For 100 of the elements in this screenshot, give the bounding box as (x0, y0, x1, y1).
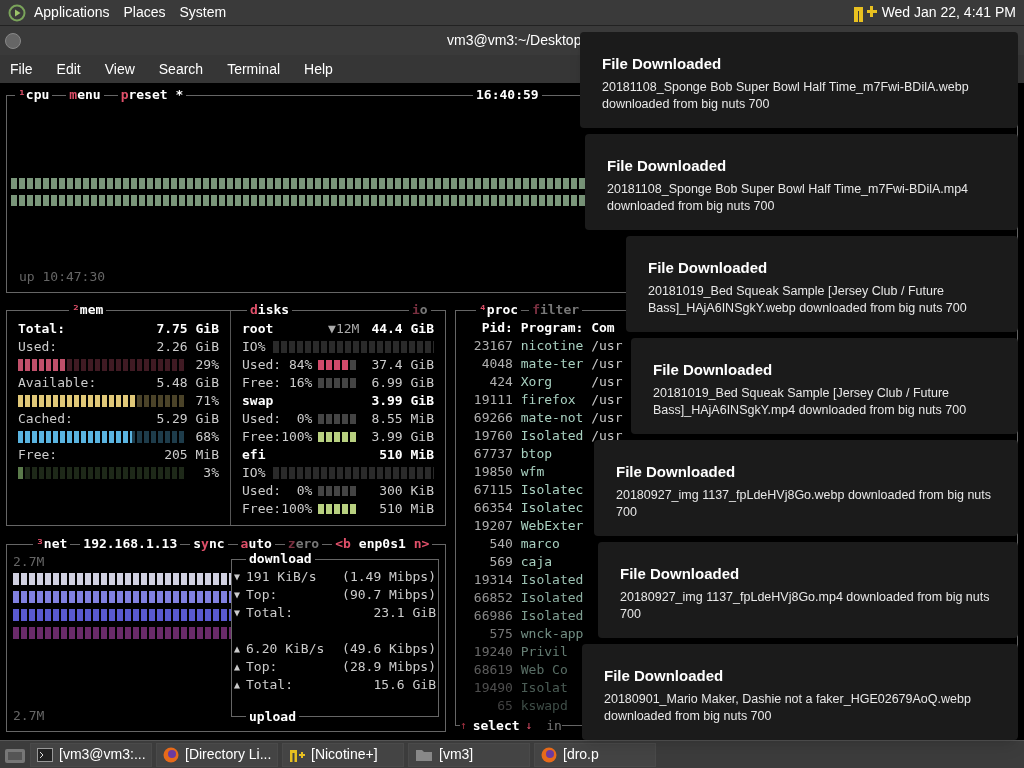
column-header: Pid: (480, 319, 513, 337)
panel-menu[interactable]: Applications (34, 2, 110, 23)
program-cell-text: Isolated (520, 589, 585, 607)
menu-item[interactable]: File (10, 58, 33, 80)
column-header: Com (591, 319, 615, 337)
usage-label: Used: 0% (242, 482, 313, 500)
speed-label: 6.20 KiB/s (246, 640, 326, 658)
prev-interface-button[interactable]: <b (335, 535, 351, 553)
uptime-label: up 10:47:30 (19, 268, 107, 286)
command-cell: /usr (591, 373, 623, 391)
io-label: IO% (242, 464, 267, 482)
disk-name: root (242, 320, 274, 338)
stat-value: 5.48 GiB (156, 374, 219, 392)
down-arrow-icon: ↓ (525, 717, 533, 735)
disk-size: 44.4 GiB (371, 320, 434, 338)
notification-title: File Downloaded (620, 564, 741, 584)
disk-size: 510 MiB (379, 446, 434, 464)
interface-name: enp0s1 (358, 535, 406, 553)
speed-value: 15.6 GiB (373, 676, 436, 694)
menu-item[interactable]: Edit (56, 58, 81, 80)
pid-cell-text: 19240 (472, 643, 513, 661)
pid-cell-text: 4048 (480, 355, 513, 373)
taskbar-button[interactable]: [Directory Li... (156, 742, 278, 767)
arrow-icon: ▼ (234, 586, 247, 604)
stat-value: 2.26 GiB (156, 338, 219, 356)
program-cell-text: kswapd (520, 697, 569, 715)
panel-clock[interactable]: Wed Jan 22, 4:41 PM (881, 2, 1016, 23)
terminal-icon (37, 747, 53, 762)
notification-body: 20180927_img 1137_fpLdeHVj8Go.mp4 downloaded from big nuts 700 (620, 589, 991, 623)
speed-value: (49.6 Kibps) (342, 640, 436, 658)
notification-title: File Downloaded (648, 258, 769, 278)
speed-label: Total: (246, 676, 294, 694)
pid-cell-text: 66852 (472, 589, 513, 607)
arrow-icon: ▲ (234, 658, 247, 676)
box-title: ²mem (69, 302, 107, 317)
program-cell-text: mate-not (520, 409, 585, 427)
next-interface-button[interactable]: n> (413, 535, 430, 553)
disk-size: 3.99 GiB (371, 392, 434, 410)
command-cell: /usr (591, 355, 623, 373)
window-menu-button[interactable] (5, 33, 21, 49)
column-header: Program: (520, 319, 585, 337)
meter-reading: 29% (194, 356, 219, 374)
notification-title: File Downloaded (607, 156, 728, 176)
pid-cell-text: 19111 (472, 391, 513, 409)
speed-value: (28.9 Mibps) (342, 658, 436, 676)
notification-card[interactable]: File Downloaded 20180927_img 1137_fpLdeHVj8Go.mp4 downloaded from big nuts 700 (598, 542, 1018, 638)
menu-item[interactable]: Search (158, 58, 204, 80)
notification-title: File Downloaded (602, 54, 723, 74)
io-label: IO% (242, 338, 267, 356)
command-cell: /usr (591, 337, 623, 355)
graph-min-label: 2.7M (13, 707, 45, 725)
notification-title: File Downloaded (616, 462, 737, 482)
graph-max-label: 2.7M (13, 553, 45, 571)
arrow-icon: ▼ (234, 568, 247, 586)
box-title: disks (247, 302, 293, 317)
program-cell-text: Isolat (520, 679, 569, 697)
meter-reading: 71% (194, 392, 219, 410)
stat-label: Total: (18, 320, 65, 338)
notification-title: File Downloaded (604, 666, 725, 686)
pid-cell-text: 19207 (472, 517, 513, 535)
meter-reading: 3% (202, 464, 219, 482)
menu-item[interactable]: View (104, 58, 135, 80)
notification-card[interactable]: File Downloaded 20180901_Mario Maker, Dashie not a faker_HGE02679AoQ.webp downloaded from big nuts 700 (582, 644, 1018, 740)
globe-icon (163, 746, 179, 763)
stat-value: 5.29 GiB (156, 410, 219, 428)
program-cell-text: Web Co (520, 661, 569, 679)
folder-icon (415, 747, 433, 762)
notification-card[interactable]: File Downloaded 20181019_Bed Squeak Sample [Jersey Club / Future Bass]_HAjA6INSgkY.webp downloaded from big nuts 700 (626, 236, 1018, 332)
usage-label: Used: 84% (242, 356, 313, 374)
usage-value: 3.99 GiB (370, 428, 434, 446)
meter-reading: 68% (194, 428, 219, 446)
menu-item[interactable]: Terminal (227, 58, 281, 80)
taskbar-button[interactable]: [vm3] (408, 742, 530, 767)
command-cell: /usr (591, 409, 623, 427)
disk-name: efi (242, 446, 266, 464)
panel-menu[interactable]: System (179, 2, 227, 23)
program-cell-text: nicotine (520, 337, 585, 355)
notification-body: 20180901_Mario Maker, Dashie not a faker_HGE02679AoQ.webp downloaded from big nuts 700 (604, 691, 972, 725)
program-cell-text: marco (520, 535, 561, 553)
program-cell-text: firefox (520, 391, 577, 409)
notification-card[interactable]: File Downloaded 20181108_Sponge Bob Super Bowl Half Time_m7Fwi-BDilA.mp4 downloaded from big nuts 700 (585, 134, 1018, 230)
up-arrow-icon: ↑ (460, 717, 467, 735)
stat-label: Cached: (18, 410, 73, 428)
taskbar-button[interactable]: [vm3@vm3:... (30, 742, 152, 767)
notification-body: 20181108_Sponge Bob Super Bowl Half Time_m7Fwi-BDilA.mp4 downloaded from big nuts 700 (607, 181, 970, 215)
menu-item[interactable]: Help (304, 58, 333, 80)
program-cell-text: Privil (520, 643, 569, 661)
usage-value: 510 MiB (378, 500, 434, 518)
notification-card[interactable]: File Downloaded 20181019_Bed Squeak Sample [Jersey Club / Future Bass]_HAjA6INSgkY.mp4 downloaded from big nuts 700 (631, 338, 1018, 434)
notification-card[interactable]: File Downloaded 20181108_Sponge Bob Super Bowl Half Time_m7Fwi-BDilA.webp downloaded from big nuts 700 (580, 32, 1018, 128)
pid-cell-text: 23167 (472, 337, 513, 355)
taskbar-button[interactable]: [dro.p (534, 742, 656, 767)
notification-body: 20181108_Sponge Bob Super Bowl Half Time_m7Fwi-BDilA.webp downloaded from big nuts 700 (602, 79, 970, 113)
select-label: select (472, 717, 520, 735)
stat-label: Used: (18, 338, 58, 356)
notification-card[interactable]: File Downloaded 20180927_img 1137_fpLdeHVj8Go.webp downloaded from big nuts 700 (594, 440, 1018, 536)
pid-cell-text: 69266 (472, 409, 513, 427)
taskbar-button[interactable]: [Nicotine+] (282, 742, 404, 767)
program-cell-text: Xorg (520, 373, 554, 391)
panel-menu[interactable]: Places (123, 2, 166, 23)
